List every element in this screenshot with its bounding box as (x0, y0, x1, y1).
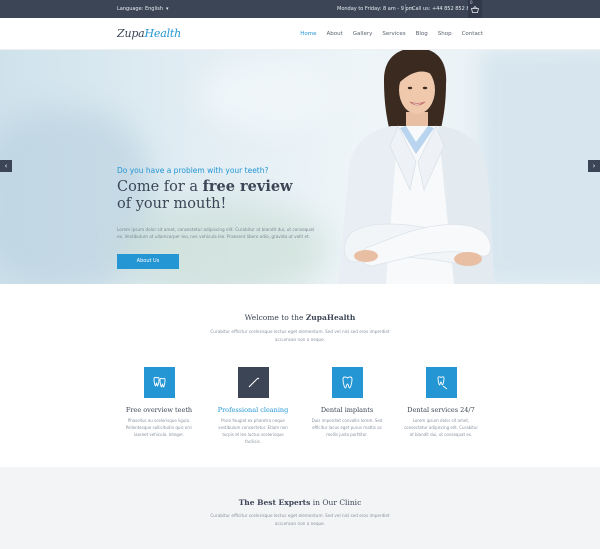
welcome-description: Curabitur efficitur scelerisque lectus e… (210, 329, 390, 342)
feature-description: Lorem ipsum dolor sit amet, consectetur … (403, 418, 479, 437)
experts-section: The Best Experts in Our Clinic Curabitur… (0, 467, 600, 549)
nav-item-shop[interactable]: Shop (438, 31, 452, 37)
feature-dental-services: Dental services 24/7 Lorem ipsum dolor s… (396, 367, 486, 438)
hero-heading-line2: of your mouth! (117, 196, 227, 212)
doctor-photo (338, 50, 494, 284)
hero-subtitle: Do you have a problem with your teeth? (117, 166, 269, 175)
opening-hours: Monday to Friday: 8 am - 9 pm (337, 6, 414, 12)
feature-icon-box[interactable] (331, 367, 363, 398)
feature-icon-box[interactable] (237, 367, 269, 398)
hero-heading-pre: Come for a (117, 179, 203, 195)
shopping-basket-icon (471, 6, 479, 13)
feature-description: Phasellus eu scelerisque ligula. Pellent… (125, 418, 193, 437)
nav-item-contact[interactable]: Contact (462, 31, 483, 37)
experts-title: The Best Experts in Our Clinic (0, 498, 600, 507)
nav-item-gallery[interactable]: Gallery (353, 31, 373, 37)
feature-description: Proin feugiat ex pharetra neque vestibul… (218, 418, 288, 444)
welcome-title: Welcome to the ZupaHealth (0, 313, 600, 322)
cart-button[interactable]: 0 (468, 0, 482, 18)
feature-description: Duis imperdiet convallis lorem. Sed effi… (311, 418, 383, 437)
welcome-title-pre: Welcome to the (244, 313, 306, 322)
experts-title-bold: The Best Experts (238, 498, 311, 507)
experts-title-rest: in Our Clinic (310, 498, 362, 507)
site-header: ZupaHealth Home About Gallery Services B… (0, 18, 600, 50)
hero-heading-bold: free review (202, 178, 293, 195)
feature-title[interactable]: Dental implants (302, 406, 392, 414)
hero-heading-line1: Come for a free review (117, 178, 293, 195)
feature-icon-box[interactable] (425, 367, 457, 398)
feature-dental-implants: Dental implants Duis imperdiet convallis… (302, 367, 392, 438)
feature-title[interactable]: Free overview teeth (114, 406, 204, 414)
logo-accent-text: Health (144, 27, 182, 40)
nav-item-home[interactable]: Home (300, 31, 316, 37)
nav-item-blog[interactable]: Blog (416, 31, 428, 37)
chevron-down-icon: ▾ (166, 6, 169, 12)
background-blur (200, 60, 340, 130)
hero-description: Lorem ipsum dolor sit amet, consectetur … (117, 227, 315, 239)
feature-free-overview: Free overview teeth Phasellus eu sceleri… (114, 367, 204, 438)
tooth-icon (342, 376, 352, 389)
hero-slider: Do you have a problem with your teeth? C… (0, 50, 600, 284)
feature-title[interactable]: Professional cleaning (208, 406, 298, 414)
cart-count-badge: 0 (470, 0, 473, 5)
welcome-title-bold: ZupaHealth (305, 313, 356, 322)
divider (405, 4, 406, 13)
phone-number[interactable]: Call us: +44 852 852 888 (412, 6, 476, 12)
experts-description: Curabitur efficitur scelerisque lectus e… (210, 513, 390, 526)
nav-item-services[interactable]: Services (382, 31, 405, 37)
logo-text: Zupa (117, 27, 145, 40)
slider-next-arrow-icon[interactable]: › (588, 160, 600, 172)
feature-icon-box[interactable] (143, 367, 175, 398)
slider-prev-arrow-icon[interactable]: ‹ (0, 160, 12, 172)
dental-tool-icon (248, 377, 259, 388)
teeth-icon (153, 376, 165, 388)
language-label: Language: English (117, 6, 164, 12)
feature-title[interactable]: Dental services 24/7 (396, 406, 486, 414)
language-selector[interactable]: Language: English ▾ (117, 6, 169, 12)
toothbrush-icon (437, 376, 447, 390)
about-us-button[interactable]: About Us (117, 254, 179, 269)
background-blur (120, 200, 330, 284)
nav-item-about[interactable]: About (327, 31, 343, 37)
main-nav: Home About Gallery Services Blog Shop Co… (290, 31, 483, 37)
feature-professional-cleaning: Professional cleaning Proin feugiat ex p… (208, 367, 298, 445)
top-bar: Language: English ▾ Monday to Friday: 8 a… (0, 0, 600, 18)
site-logo[interactable]: ZupaHealth (117, 27, 181, 40)
